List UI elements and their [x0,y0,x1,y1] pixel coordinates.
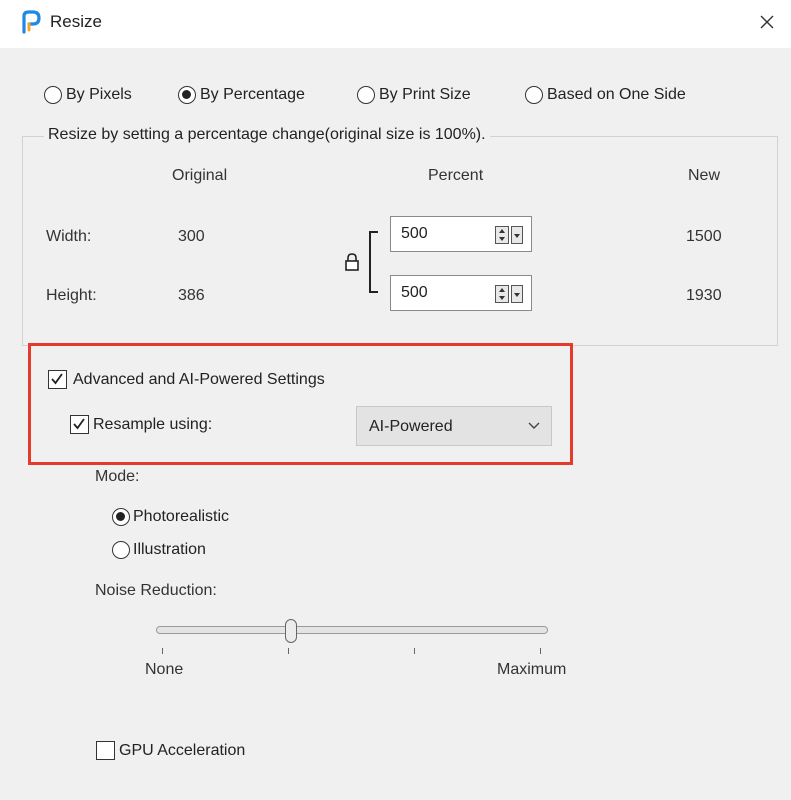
group-legend: Resize by setting a percentage change(or… [44,126,490,144]
resample-checkbox[interactable]: Resample using: [70,415,212,434]
chevron-down-icon[interactable] [511,285,523,303]
width-percent-spinbox[interactable]: 500 [390,216,532,252]
gpu-acceleration-label: GPU Acceleration [119,741,246,759]
radio-label: By Print Size [379,86,471,103]
radio-illustration[interactable]: Illustration [112,541,206,559]
radio-by-print-size[interactable]: By Print Size [357,86,471,104]
radio-by-percentage[interactable]: By Percentage [178,86,305,104]
slider-tick [288,648,289,654]
advanced-settings-checkbox[interactable]: Advanced and AI-Powered Settings [48,370,325,389]
radio-label: By Percentage [200,86,305,103]
height-original: 386 [178,287,205,304]
checkmark-icon [51,373,63,385]
highlight-annotation-box [28,343,573,465]
resample-method-select[interactable]: AI-Powered [356,406,552,446]
checkbox-indicator [96,741,115,760]
chevron-down-icon [528,422,540,429]
checkbox-indicator [70,415,89,434]
lock-icon[interactable] [344,252,360,272]
header-new: New [688,167,721,184]
width-original: 300 [178,228,205,245]
radio-indicator [112,508,130,526]
checkbox-indicator [48,370,67,389]
slider-tick [540,648,541,654]
radio-indicator [357,86,375,104]
radio-label: Based on One Side [547,86,686,103]
height-label: Height: [46,287,97,304]
spin-updown-icon[interactable] [495,285,509,303]
radio-by-pixels[interactable]: By Pixels [44,86,132,104]
spin-updown-icon[interactable] [495,226,509,244]
header-percent: Percent [428,167,484,184]
width-new: 1500 [686,228,722,245]
window-title: Resize [50,12,102,31]
checkmark-icon [73,418,85,430]
width-label: Width: [46,228,92,245]
select-value: AI-Powered [369,418,453,435]
advanced-settings-label: Advanced and AI-Powered Settings [73,370,325,388]
close-icon [760,15,774,29]
radio-label: By Pixels [66,86,132,103]
title-bar: Resize [0,0,791,48]
radio-indicator [112,541,130,559]
spinbox-value[interactable]: 500 [401,225,428,243]
header-original: Original [172,167,228,184]
mode-label: Mode: [95,468,140,485]
spinbox-value[interactable]: 500 [401,284,428,302]
slider-thumb[interactable] [284,619,297,643]
radio-indicator [178,86,196,104]
radio-label: Photorealistic [133,508,230,525]
chevron-down-icon[interactable] [511,226,523,244]
height-new: 1930 [686,287,722,304]
radio-indicator [525,86,543,104]
radio-indicator [44,86,62,104]
slider-tick [162,648,163,654]
gpu-acceleration-checkbox[interactable]: GPU Acceleration [96,741,245,760]
noise-reduction-slider[interactable] [156,626,548,634]
close-button[interactable] [749,6,785,38]
slider-max-label: Maximum [497,661,567,678]
height-percent-spinbox[interactable]: 500 [390,275,532,311]
paintshop-app-icon [22,10,41,34]
noise-reduction-label: Noise Reduction: [95,582,217,599]
radio-label: Illustration [133,541,206,558]
radio-based-on-one-side[interactable]: Based on One Side [525,86,686,104]
resample-label: Resample using: [93,415,213,433]
slider-tick [414,648,415,654]
slider-min-label: None [145,661,184,678]
radio-photorealistic[interactable]: Photorealistic [112,508,229,526]
